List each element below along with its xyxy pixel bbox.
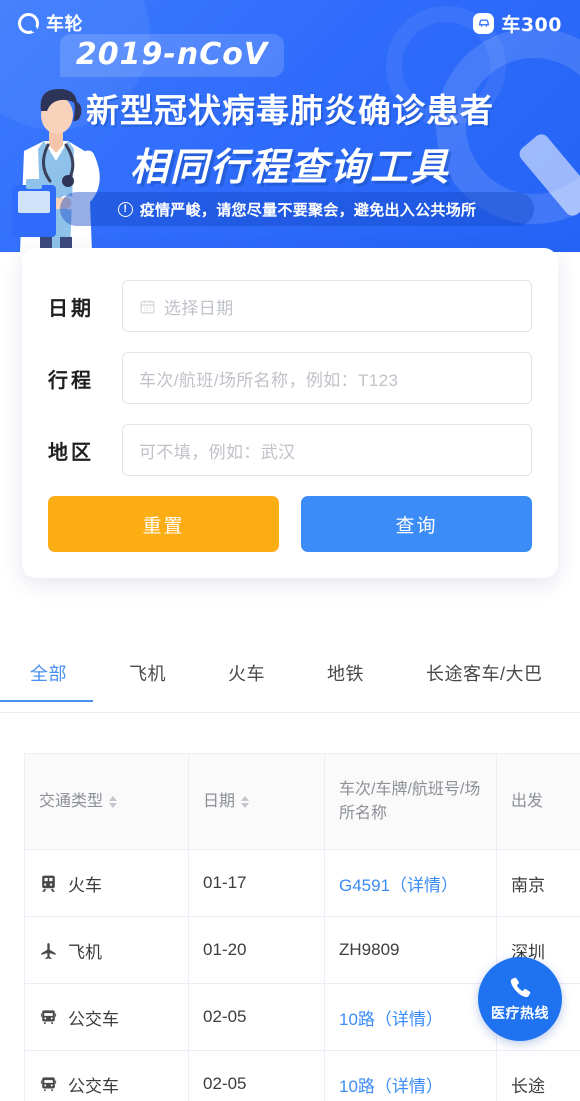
notice-bar: ! 疫情严峻，请您尽量不要聚会，避免出入公共场所 xyxy=(60,192,534,226)
circle-logo-icon xyxy=(18,12,39,34)
cell-transport-type-label: 飞机 xyxy=(68,942,102,962)
cell-code-link[interactable]: 10路（详情） xyxy=(324,1050,497,1101)
notice-text: 疫情严峻，请您尽量不要聚会，避免出入公共场所 xyxy=(139,201,477,219)
tab-all[interactable]: 全部 xyxy=(0,655,93,702)
tab-subway[interactable]: 地铁 xyxy=(327,655,364,702)
cell-transport-type: 公交车 xyxy=(24,983,189,1051)
phone-icon xyxy=(510,977,531,998)
cell-date: 02-05 xyxy=(188,1050,325,1101)
reset-button[interactable]: 重置 xyxy=(48,496,279,552)
cell-departure: 南京 xyxy=(496,849,580,917)
col-header-code: 车次/车牌/航班号/场所名称 xyxy=(324,753,497,850)
table-head: 交通类型 日期 车次/车牌/航班号/场所名称 出发 xyxy=(24,753,580,850)
car-badge-icon xyxy=(473,12,495,34)
trip-input[interactable]: 车次/航班/场所名称，例如：T123 xyxy=(122,352,532,404)
calendar-icon xyxy=(140,299,155,314)
table-header-row: 交通类型 日期 车次/车牌/航班号/场所名称 出发 xyxy=(24,753,580,850)
region-input[interactable]: 可不填，例如：武汉 xyxy=(122,424,532,476)
banner-title-line2: 相同行程查询工具 xyxy=(129,145,450,189)
col-header-code-label: 车次/车牌/航班号/场所名称 xyxy=(339,781,481,822)
sort-arrows-icon[interactable] xyxy=(109,795,118,808)
logo-chelun[interactable]: 车轮 xyxy=(18,10,83,36)
field-row-trip: 行程 车次/航班/场所名称，例如：T123 xyxy=(48,352,532,404)
cell-transport-type-label: 公交车 xyxy=(68,1076,119,1096)
bus-icon xyxy=(40,1076,57,1091)
logo-left-label: 车轮 xyxy=(46,14,83,35)
cell-code: ZH9809 xyxy=(324,916,497,984)
cell-code-link[interactable]: G4591（详情） xyxy=(324,849,497,917)
logo-che300[interactable]: 车300 xyxy=(473,10,562,37)
date-input[interactable]: 选择日期 xyxy=(122,280,532,332)
region-input-placeholder: 可不填，例如：武汉 xyxy=(139,442,296,462)
cell-code-link[interactable]: 10路（详情） xyxy=(324,983,497,1051)
col-header-departure: 出发 xyxy=(496,753,580,850)
trip-input-placeholder: 车次/航班/场所名称，例如：T123 xyxy=(139,370,399,390)
medical-hotline-label: 医疗热线 xyxy=(491,1005,549,1021)
cell-transport-type: 公交车 xyxy=(24,1050,189,1101)
tab-plane[interactable]: 飞机 xyxy=(129,655,166,702)
cell-transport-type: 火车 xyxy=(24,849,189,917)
app-page: 车轮 车300 2019-nCoV 新型冠状病毒肺炎确诊患者 相同行程查询工具 … xyxy=(0,0,580,1101)
col-header-date[interactable]: 日期 xyxy=(188,753,325,850)
cell-transport-type: 飞机 xyxy=(24,916,189,984)
region-field-label: 地区 xyxy=(48,441,94,464)
ncov-badge: 2019-nCoV xyxy=(59,34,285,77)
table-row[interactable]: 公交车 02-05 10路（详情） 长途 xyxy=(24,1050,580,1101)
cell-date: 02-05 xyxy=(188,983,325,1051)
brand-bar: 车轮 车300 xyxy=(0,8,580,38)
col-header-departure-label: 出发 xyxy=(511,792,544,810)
field-row-date: 日期 选择日期 xyxy=(48,280,532,332)
info-circle-icon: ! xyxy=(117,201,133,217)
plane-icon xyxy=(41,942,56,959)
sort-arrows-icon[interactable] xyxy=(241,795,250,808)
cell-transport-type-label: 公交车 xyxy=(68,1009,119,1029)
tab-train[interactable]: 火车 xyxy=(228,655,265,702)
cell-date: 01-20 xyxy=(188,916,325,984)
cell-transport-type-label: 火车 xyxy=(68,875,102,895)
search-card: 日期 选择日期 行程 车次/航班/场所名称，例如：T123 地区 可不填，例如：… xyxy=(22,248,558,578)
cell-date: 01-17 xyxy=(188,849,325,917)
tab-coach[interactable]: 长途客车/大巴 xyxy=(426,655,543,702)
col-header-transport-type[interactable]: 交通类型 xyxy=(24,753,189,850)
logo-right-label: 车300 xyxy=(501,13,562,36)
banner-headline: 2019-nCoV 新型冠状病毒肺炎确诊患者 相同行程查询工具 xyxy=(0,34,580,191)
results-table-container[interactable]: 交通类型 日期 车次/车牌/航班号/场所名称 出发 火车 01-17 G4591… xyxy=(24,753,580,1101)
category-tabs: 全部 飞机 火车 地铁 长途客车/大巴 xyxy=(0,655,580,713)
query-button[interactable]: 查询 xyxy=(301,496,532,552)
train-icon xyxy=(42,875,55,892)
banner-title-line1: 新型冠状病毒肺炎确诊患者 xyxy=(86,91,494,130)
bus-icon xyxy=(40,1009,57,1024)
results-table: 交通类型 日期 车次/车牌/航班号/场所名称 出发 火车 01-17 G4591… xyxy=(24,753,580,1101)
col-header-transport-type-label: 交通类型 xyxy=(39,792,104,810)
col-header-date-label: 日期 xyxy=(203,792,236,810)
hero-banner: 车轮 车300 2019-nCoV 新型冠状病毒肺炎确诊患者 相同行程查询工具 … xyxy=(0,0,580,252)
ncov-badge-label: 2019-nCoV xyxy=(75,37,269,72)
trip-field-label: 行程 xyxy=(48,369,94,392)
table-row[interactable]: 火车 01-17 G4591（详情） 南京 xyxy=(24,849,580,917)
medical-hotline-button[interactable]: 医疗热线 xyxy=(478,957,562,1041)
date-input-placeholder: 选择日期 xyxy=(164,298,234,318)
form-actions: 重置 查询 xyxy=(48,496,532,552)
field-row-region: 地区 可不填，例如：武汉 xyxy=(48,424,532,476)
date-field-label: 日期 xyxy=(48,297,94,320)
cell-departure: 长途 xyxy=(496,1050,580,1101)
